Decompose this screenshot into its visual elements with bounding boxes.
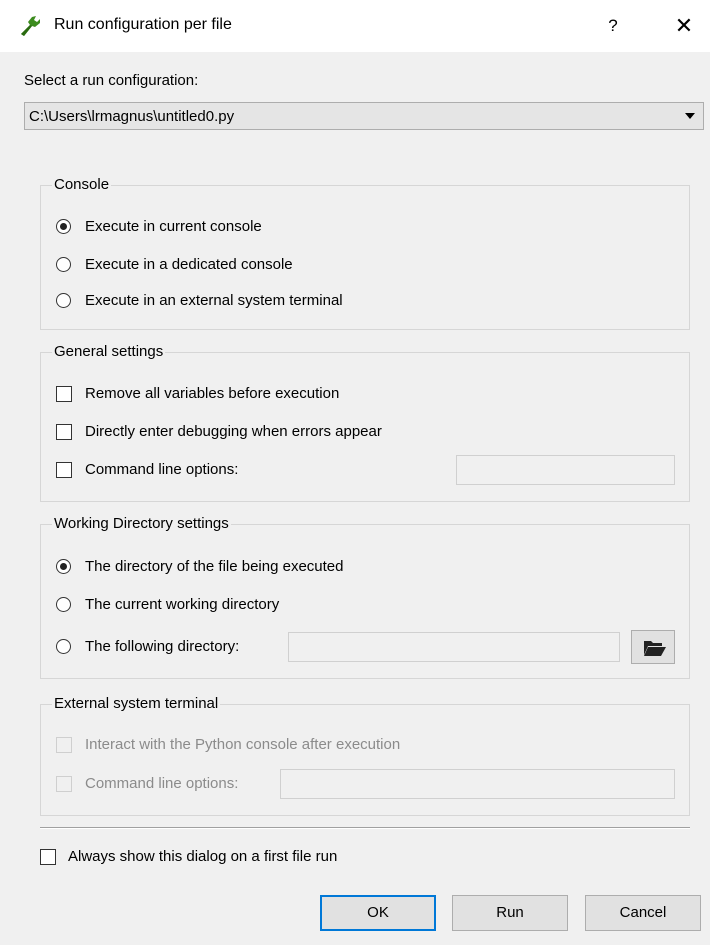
radio-dedicated-console[interactable] — [56, 257, 71, 272]
command-line-options-input[interactable] — [456, 455, 675, 485]
select-config-label: Select a run configuration: — [24, 72, 199, 89]
checkbox-always-show-dialog[interactable] — [40, 849, 56, 865]
cancel-button[interactable]: Cancel — [585, 895, 701, 931]
wrench-icon — [21, 16, 40, 36]
folder-open-icon — [644, 641, 666, 656]
radio-file-directory-label[interactable]: The directory of the file being executed — [85, 558, 344, 575]
external-terminal-title: External system terminal — [52, 695, 221, 712]
radio-external-terminal[interactable] — [56, 293, 71, 308]
checkbox-remove-variables[interactable] — [56, 386, 72, 402]
run-config-dropdown[interactable]: C:\Users\lrmagnus\untitled0.py — [24, 102, 704, 130]
separator — [40, 827, 690, 829]
checkbox-interact-python-console-label[interactable]: Interact with the Python console after e… — [85, 736, 400, 753]
close-button[interactable]: ✕ — [666, 10, 702, 42]
external-command-line-options-input[interactable] — [280, 769, 675, 799]
radio-current-console[interactable] — [56, 219, 71, 234]
title-bar: Run configuration per file ? ✕ — [0, 0, 710, 52]
radio-current-working-directory-label[interactable]: The current working directory — [85, 596, 279, 613]
run-config-value: C:\Users\lrmagnus\untitled0.py — [29, 108, 235, 125]
checkbox-remove-variables-label[interactable]: Remove all variables before execution — [85, 385, 339, 402]
checkbox-debugging-label[interactable]: Directly enter debugging when errors app… — [85, 423, 382, 440]
radio-current-console-label[interactable]: Execute in current console — [85, 218, 262, 235]
radio-dedicated-console-label[interactable]: Execute in a dedicated console — [85, 256, 293, 273]
radio-following-directory-label[interactable]: The following directory: — [85, 638, 239, 655]
checkbox-interact-python-console[interactable] — [56, 737, 72, 753]
working-directory-title: Working Directory settings — [52, 515, 231, 532]
radio-external-terminal-label[interactable]: Execute in an external system terminal — [85, 292, 343, 309]
chevron-down-icon — [685, 113, 695, 119]
checkbox-external-command-line-options-label[interactable]: Command line options: — [85, 775, 238, 792]
checkbox-command-line-options-label[interactable]: Command line options: — [85, 461, 238, 478]
checkbox-debugging[interactable] — [56, 424, 72, 440]
checkbox-command-line-options[interactable] — [56, 462, 72, 478]
checkbox-external-command-line-options[interactable] — [56, 776, 72, 792]
general-settings-title: General settings — [52, 343, 166, 360]
run-button[interactable]: Run — [452, 895, 568, 931]
ok-button[interactable]: OK — [320, 895, 436, 931]
help-button[interactable]: ? — [596, 12, 630, 40]
radio-current-working-directory[interactable] — [56, 597, 71, 612]
window-title: Run configuration per file — [54, 16, 232, 33]
external-terminal-group — [40, 704, 690, 816]
following-directory-input[interactable] — [288, 632, 620, 662]
console-group-title: Console — [52, 176, 112, 193]
browse-directory-button[interactable] — [631, 630, 675, 664]
radio-following-directory[interactable] — [56, 639, 71, 654]
radio-file-directory[interactable] — [56, 559, 71, 574]
checkbox-always-show-dialog-label[interactable]: Always show this dialog on a first file … — [68, 848, 337, 865]
